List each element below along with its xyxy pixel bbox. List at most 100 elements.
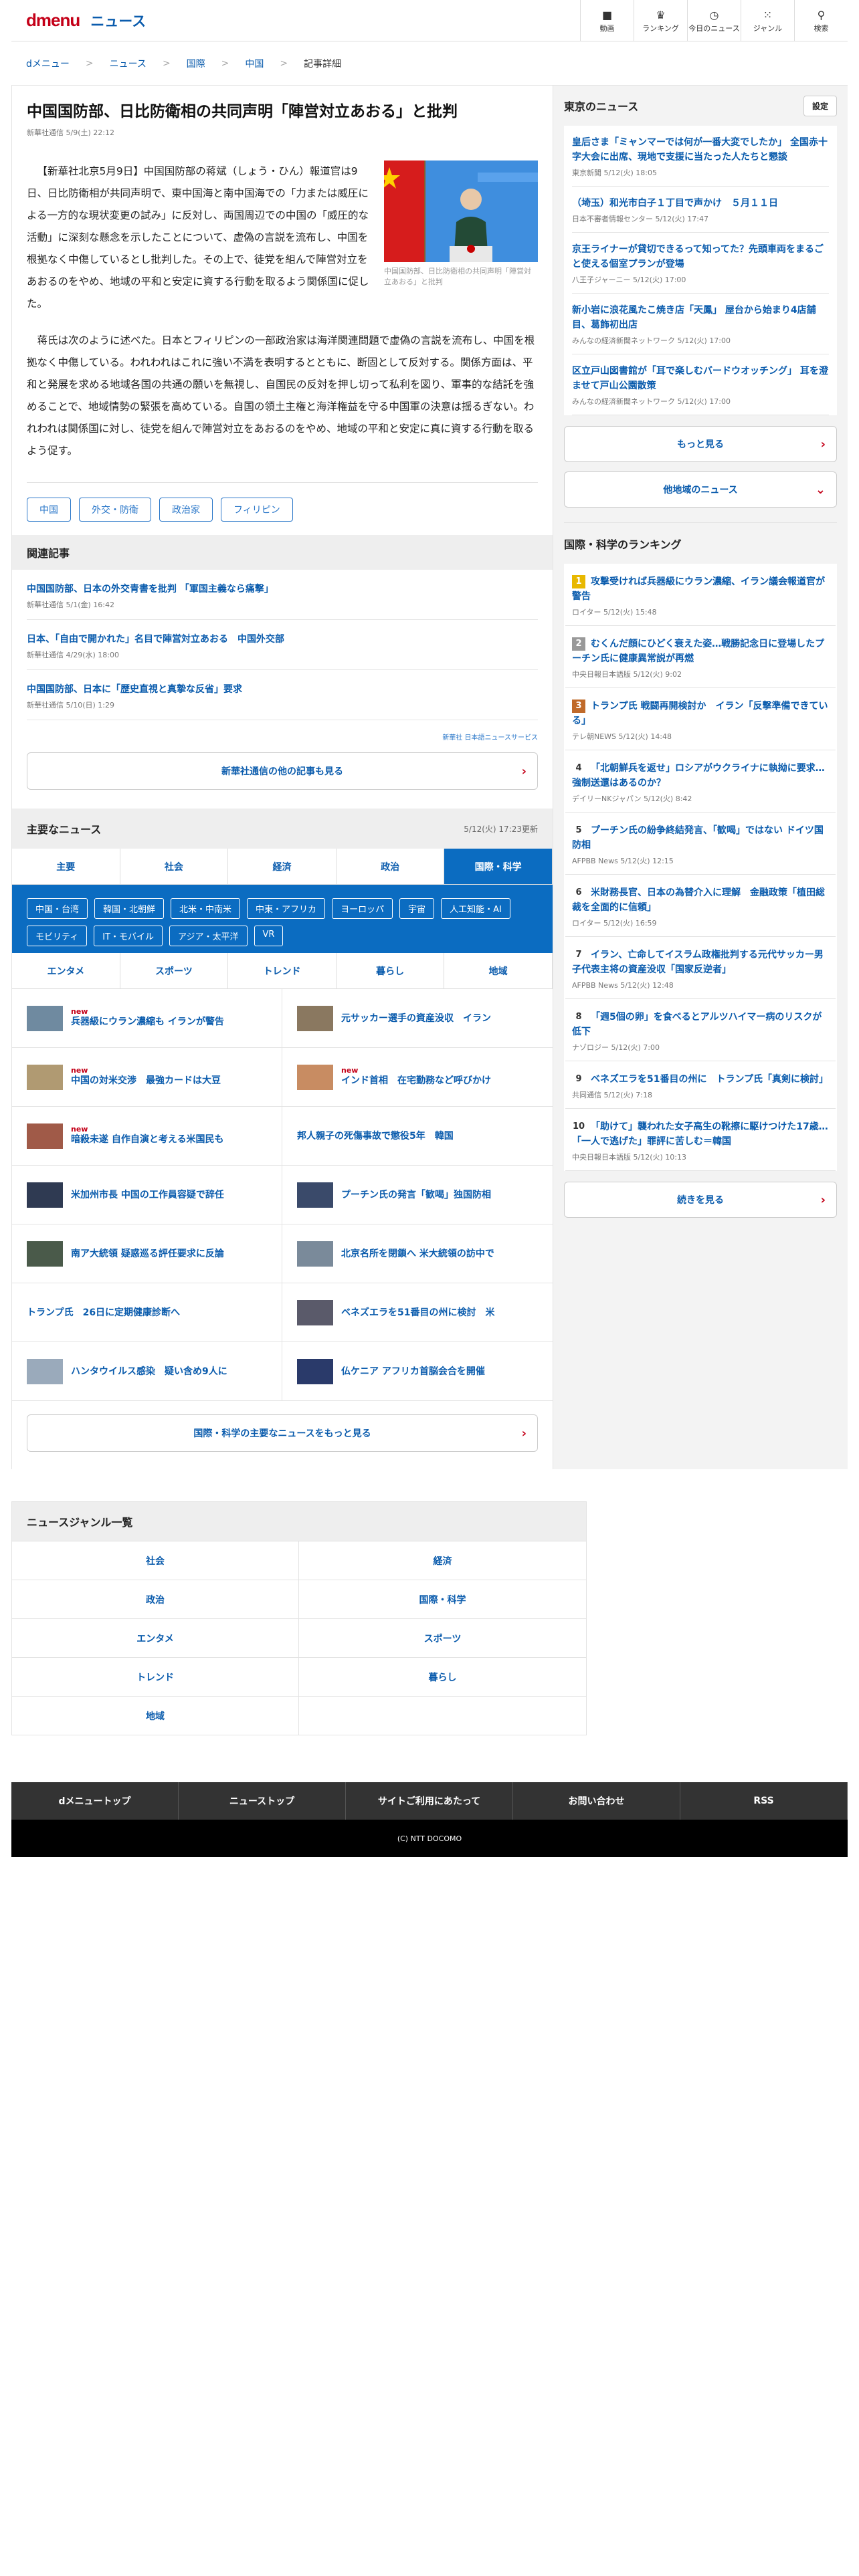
ranking-title[interactable]: 「助けて」襲われた女子高生の靴擦に駆けつけた17歳…「一人で逃げた」罪評に苦しむ… [572,1121,828,1147]
ranking-item[interactable]: 8 「週5個の卵」を食べるとアルツハイマー病のリスクが低下 ナゾロジー 5/12(火… [565,999,836,1061]
footer-link[interactable]: dメニュートップ [11,1782,179,1820]
major-news-item[interactable]: 米加州市長 中国の工作員容疑で辞任 [12,1166,282,1224]
related-item[interactable]: 中国国防部、日本の外交青書を批判 「軍国主義なら痛撃」 新華社通信 5/1(金) … [27,570,538,620]
major-news-item[interactable]: 南ア大統領 疑惑巡る評任要求に反論 [12,1224,282,1283]
ranking-item[interactable]: 5 プーチン氏の紛争終結発言、「歓喝」ではない ドイツ国防相 AFPBB News … [565,813,836,875]
breadcrumb-item[interactable]: dメニュー [26,57,70,70]
major-news-item[interactable]: 北京名所を閉鎖へ 米大統領の訪中で [282,1224,553,1283]
settings-button[interactable]: 設定 [803,95,837,116]
related-item[interactable]: 中国国防部、日本に「歴史直視と真摯な反省」要求 新華社通信 5/10(日) 1:2… [27,670,538,720]
related-title[interactable]: 日本、「自由で開かれた」名目で陣営対立あおる 中国外交部 [27,634,284,645]
major-news-item[interactable]: トランプ氏 26日に定期健康診断へ [12,1283,282,1342]
major-news-item[interactable]: new 暗殺未遂 自作自演と考える米国民も [12,1107,282,1166]
ranking-item[interactable]: 3 トランプ氏 戦闘再開検討か イラン「反撃準備できている」 テレ朝NEWS 5/1… [565,688,836,750]
major-news-item[interactable]: 元サッカー選手の資産没収 イラン [282,989,553,1048]
major-news-item[interactable]: ハンタウイルス感染 疑い含め9人に [12,1342,282,1401]
genre-item[interactable]: 国際・科学 [299,1580,586,1618]
ranking-title[interactable]: ベネズエラを51番目の州に トランプ氏「真剣に検討」 [591,1074,828,1085]
tokyo-news-title[interactable]: （埼玉）和光市白子１丁目で声かけ ５月１１日 [572,198,778,209]
genre-item[interactable]: 経済 [299,1541,586,1580]
header-nav-trophy[interactable]: ♛ ランキング [634,0,687,41]
major-news-item[interactable]: new 中国の対米交渉 最強カードは大豆 [12,1048,282,1107]
ranking-item[interactable]: 9 ベネズエラを51番目の州に トランプ氏「真剣に検討」 共同通信 5/12(火) … [565,1061,836,1109]
subcategory-chip[interactable]: アジア・太平洋 [169,926,248,946]
tokyo-news-title[interactable]: 新小岩に浪花風たこ焼き店「天鳳」 屋台から始まり4店舗目、葛飾初出店 [572,305,816,330]
tokyo-news-title[interactable]: 皇后さま「ミャンマーでは何が一番大変でしたか」 全国赤十字大会に出席、現地で支援… [572,137,828,163]
tag-link[interactable]: フィリピン [221,498,293,522]
tab-0[interactable]: 主要 [12,849,120,884]
tag-link[interactable]: 中国 [27,498,71,522]
header-nav-video[interactable]: ■ 動画 [580,0,634,41]
major-more-button[interactable]: 国際・科学の主要なニュースをもっと見る › [27,1414,538,1452]
genre-item[interactable]: エンタメ [12,1618,299,1657]
major-news-item[interactable]: プーチン氏の発言「歓喝」独国防相 [282,1166,553,1224]
footer-link[interactable]: お問い合わせ [513,1782,680,1820]
tokyo-news-item[interactable]: 京王ライナーが貸切できるって知ってた？先頭車両をまるごと使える個室プランが登場八… [572,233,829,294]
publisher-more-button[interactable]: 新華社通信の他の記事も見る › [27,752,538,790]
genre-item[interactable]: スポーツ [299,1618,586,1657]
tab-1[interactable]: 社会 [120,849,229,884]
related-title[interactable]: 中国国防部、日本に「歴史直視と真摯な反省」要求 [27,684,242,695]
genre-item[interactable]: 暮らし [299,1657,586,1696]
subcategory-chip[interactable]: ヨーロッパ [332,898,393,919]
major-news-item[interactable]: ベネズエラを51番目の州に検討 米 [282,1283,553,1342]
related-title[interactable]: 中国国防部、日本の外交青書を批判 「軍国主義なら痛撃」 [27,584,274,595]
subcategory-chip[interactable]: 韓国・北朝鮮 [94,898,165,919]
major-news-item[interactable]: new 兵器級にウラン濃縮も イランが警告 [12,989,282,1048]
tab-4[interactable]: 国際・科学 [444,849,553,884]
tab-secondary-4[interactable]: 地域 [444,953,553,988]
major-news-item[interactable]: 邦人親子の死傷事故で懲役5年 韓国 [282,1107,553,1166]
tab-secondary-3[interactable]: 暮らし [337,953,445,988]
subcategory-chip[interactable]: IT・モバイル [94,926,163,946]
ranking-title[interactable]: 米財務長官、日本の為替介入に理解 金融政策「植田総裁を全面的に信頼」 [572,887,825,913]
major-news-item[interactable]: 仏ケニア アフリカ首脳会合を開催 [282,1342,553,1401]
ranking-title[interactable]: 「週5個の卵」を食べるとアルツハイマー病のリスクが低下 [572,1012,822,1037]
subcategory-chip[interactable]: モビリティ [27,926,88,946]
footer-link[interactable]: ニューストップ [179,1782,346,1820]
genre-item[interactable]: 社会 [12,1541,299,1580]
footer-link[interactable]: RSS [680,1782,848,1820]
tab-secondary-1[interactable]: スポーツ [120,953,229,988]
tokyo-news-item[interactable]: （埼玉）和光市白子１丁目で声かけ ５月１１日 日本不審者情報センター 5/12(火… [572,187,829,233]
tokyo-more-button[interactable]: もっと見る › [564,426,837,462]
ranking-item[interactable]: 6 米財務長官、日本の為替介入に理解 金融政策「植田総裁を全面的に信頼」 ロイター … [565,875,836,937]
breadcrumb-item[interactable]: 国際 [187,57,205,70]
ranking-item[interactable]: 2 むくんだ顔にひどく衰えた姿…戦勝記念日に登場したプーチン氏に健康異常説が再燃中… [565,626,836,688]
tokyo-news-title[interactable]: 京王ライナーが貸切できるって知ってた？先頭車両をまるごと使える個室プランが登場 [572,244,824,270]
ranking-item[interactable]: 10 「助けて」襲われた女子高生の靴擦に駆けつけた17歳…「一人で逃げた」罪評に苦… [565,1109,836,1171]
ranking-item[interactable]: 7 イラン、亡命してイスラム政権批判する元代サッカー男子代表主将の資産没収「国家反… [565,937,836,999]
tokyo-news-item[interactable]: 新小岩に浪花風たこ焼き店「天鳳」 屋台から始まり4店舗目、葛飾初出店 みんなの経済… [572,294,829,354]
ranking-item[interactable]: 1 攻撃受ければ兵器級にウラン濃縮、イラン議会報道官が警告 ロイター 5/12(火)… [565,564,836,626]
genre-item[interactable]: 地域 [12,1696,299,1735]
footer-link[interactable]: サイトご利用にあたって [346,1782,513,1820]
ranking-more-button[interactable]: 続きを見る › [564,1182,837,1218]
ranking-title[interactable]: 「北朝鮮兵を返せ」ロシアがウクライナに執拗に要求…強制送還はあるのか？ [572,763,825,788]
article-photo[interactable]: 中国国防部、日比防衛相の共同声明「陣営対立あおる」と批判 [384,160,538,288]
ranking-title[interactable]: むくんだ顔にひどく衰えた姿…戦勝記念日に登場したプーチン氏に健康異常説が再燃 [572,639,824,664]
major-news-item[interactable]: new インド首相 在宅勤務など呼びかけ [282,1048,553,1107]
header-nav-clock[interactable]: ◷ 今日のニュース [687,0,741,41]
subcategory-chip[interactable]: 中国・台湾 [27,898,88,919]
tag-link[interactable]: 政治家 [159,498,213,522]
ranking-title[interactable]: 攻撃受ければ兵器級にウラン濃縮、イラン議会報道官が警告 [572,576,825,602]
tab-secondary-2[interactable]: トレンド [228,953,337,988]
genre-item[interactable]: 政治 [12,1580,299,1618]
tokyo-news-item[interactable]: 皇后さま「ミャンマーでは何が一番大変でしたか」 全国赤十字大会に出席、現地で支援… [572,126,829,187]
ranking-title[interactable]: イラン、亡命してイスラム政権批判する元代サッカー男子代表主将の資産没収「国家反逆… [572,950,824,975]
ranking-title[interactable]: トランプ氏 戦闘再開検討か イラン「反撃準備できている」 [572,701,828,726]
subcategory-chip[interactable]: 中東・アフリカ [247,898,326,919]
breadcrumb-item[interactable]: ニュース [110,57,147,70]
subcategory-chip[interactable]: VR [254,926,284,946]
header-nav-search[interactable]: ⚲ 検索 [794,0,848,41]
tokyo-news-item[interactable]: 区立戸山図書館が「耳で楽しむバードウオッチング」 耳を澄ませて戸山公園散策 みんな… [572,354,829,415]
ranking-title[interactable]: プーチン氏の紛争終結発言、「歓喝」ではない ドイツ国防相 [572,825,824,851]
tag-link[interactable]: 外交・防衛 [79,498,151,522]
header-nav-grid[interactable]: ⁙ ジャンル [741,0,794,41]
subcategory-chip[interactable]: 宇宙 [399,898,435,919]
tab-2[interactable]: 経済 [228,849,337,884]
subcategory-chip[interactable]: 人工知能・AI [441,898,510,919]
tab-secondary-0[interactable]: エンタメ [12,953,120,988]
breadcrumb-item[interactable]: 中国 [245,57,264,70]
other-region-button[interactable]: 他地域のニュース ⌄ [564,471,837,508]
logo[interactable]: dmenu ニュース [26,10,146,31]
